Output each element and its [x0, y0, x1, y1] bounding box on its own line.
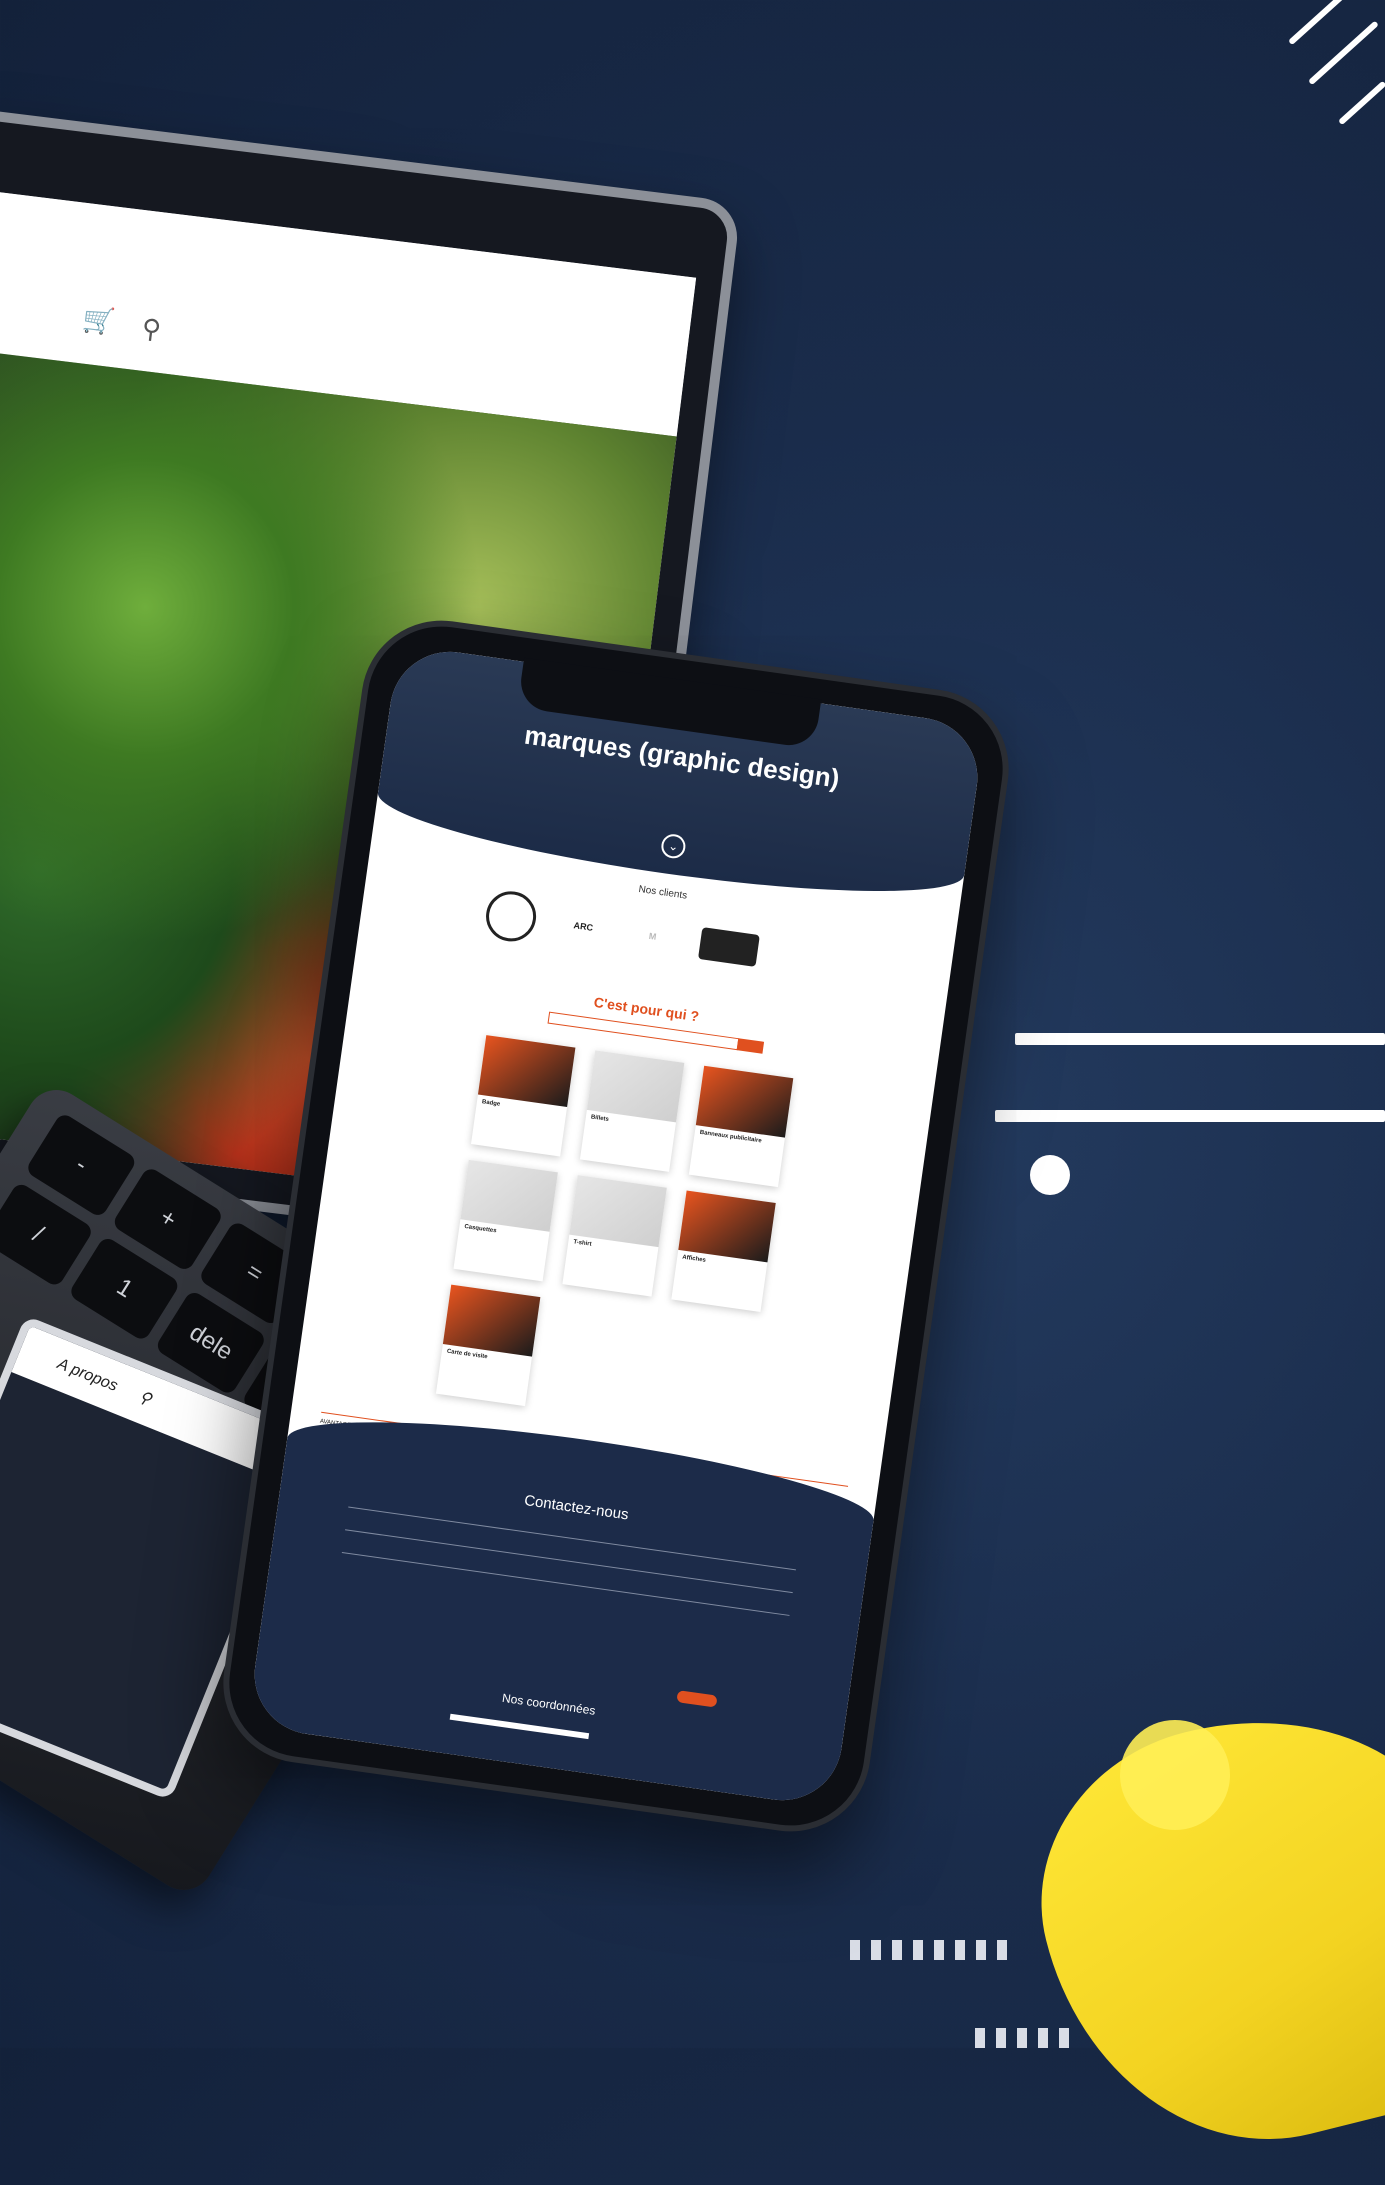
product-card[interactable]: Banneaux publicitaire [688, 1065, 794, 1188]
decor-dash-row [850, 1940, 1007, 1960]
contact-section: Contactez-nous Nos coordonnées [246, 1398, 880, 1808]
search-icon[interactable]: ⚲ [136, 1388, 153, 1408]
decor-dash-row [975, 2028, 1069, 2048]
decor-diagonal-line [1287, 0, 1359, 46]
client-logo: ARC [573, 920, 594, 933]
chevron-down-icon[interactable]: ⌄ [659, 832, 687, 860]
decor-dot [1030, 1155, 1070, 1195]
tablet-nav-link[interactable]: A propos [55, 1355, 120, 1395]
decor-yellow-shape-cap [1120, 1720, 1230, 1830]
client-logo: M [648, 930, 658, 942]
product-card[interactable]: Casquettes [453, 1159, 558, 1282]
product-grid: Badge Billets Banneaux publicitaire Casq… [296, 1015, 933, 1456]
product-card[interactable]: Billets [579, 1050, 685, 1172]
phone-screen: marques (graphic design) ⌄ Nos clients A… [246, 644, 986, 1808]
product-card[interactable]: Carte de visite [435, 1284, 541, 1407]
decor-horizontal-line [1015, 1033, 1385, 1045]
decor-diagonal-line [1307, 20, 1379, 86]
search-button[interactable] [736, 1038, 765, 1054]
home-indicator [449, 1713, 590, 1740]
client-logo [697, 927, 760, 967]
send-button[interactable] [676, 1690, 718, 1708]
client-logo [780, 933, 830, 983]
product-card[interactable]: T-shirt [562, 1175, 667, 1297]
cart-icon[interactable]: 🛒 [81, 303, 117, 338]
product-card[interactable]: Affiches [671, 1190, 776, 1312]
search-icon[interactable]: ⚲ [140, 313, 163, 346]
client-logo [482, 888, 540, 945]
product-card[interactable]: Badge [470, 1035, 576, 1157]
decor-diagonal-line [1337, 80, 1385, 126]
coordinates-title: Nos coordonnées [501, 1690, 597, 1718]
decor-horizontal-line [995, 1110, 1385, 1122]
